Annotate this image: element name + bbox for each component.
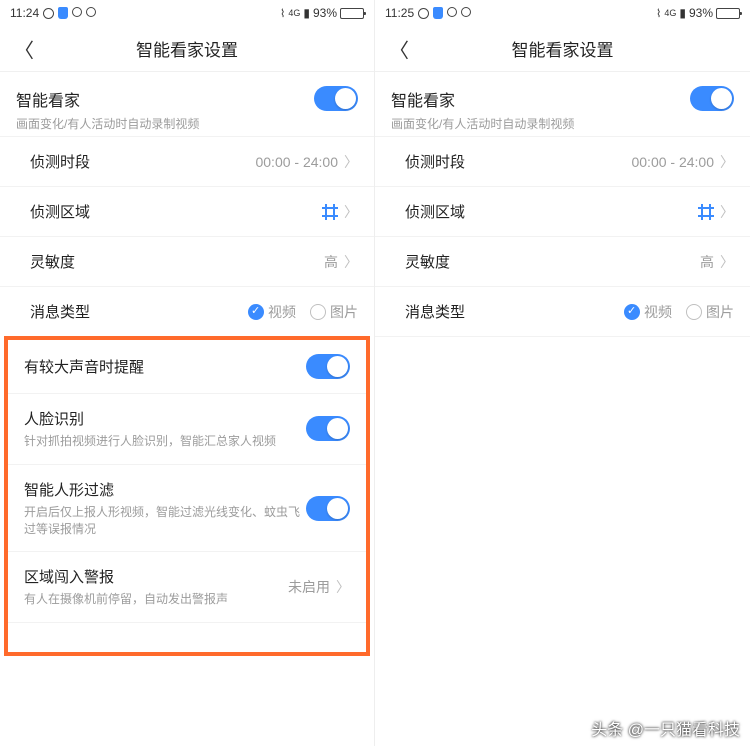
human-filter-row: 智能人形过滤 开启后仅上报人形视频，智能过滤光线变化、蚊虫飞过等误报情况 xyxy=(8,464,366,552)
chevron-right-icon: 〉 xyxy=(720,252,734,272)
sensitivity-value: 高 xyxy=(700,252,714,272)
battery-icon xyxy=(340,8,364,19)
radio-checked-icon xyxy=(248,304,264,320)
intrusion-alarm-value: 未启用 xyxy=(288,577,330,597)
location-icon xyxy=(86,6,96,20)
radio-image[interactable]: 图片 xyxy=(686,302,734,322)
page-title: 智能看家设置 xyxy=(136,36,238,61)
detection-area-label: 侦测区域 xyxy=(30,201,90,222)
nav-bar: 〈 智能看家设置 xyxy=(0,26,374,72)
smart-home-toggle[interactable] xyxy=(690,86,734,111)
chevron-right-icon: 〉 xyxy=(344,202,358,222)
loud-sound-alert-row: 有较大声音时提醒 xyxy=(8,340,366,393)
location-icon xyxy=(461,6,471,20)
smart-home-section: 智能看家 画面变化/有人活动时自动录制视频 xyxy=(375,72,750,136)
detection-period-value: 00:00 - 24:00 xyxy=(631,154,714,170)
face-recognition-desc: 针对抓拍视频进行人脸识别，智能汇总家人视频 xyxy=(24,433,306,450)
chevron-right-icon: 〉 xyxy=(344,252,358,272)
detection-period-label: 侦测时段 xyxy=(30,151,90,172)
smart-home-desc: 画面变化/有人活动时自动录制视频 xyxy=(391,115,734,132)
highlighted-section: 有较大声音时提醒 人脸识别 针对抓拍视频进行人脸识别，智能汇总家人视频 智能人形… xyxy=(4,336,370,656)
phone-left: 11:24 ⌇ 4G ▮ 93% 〈 智能看家设置 智能看家 xyxy=(0,0,375,746)
message-type-row: 消息类型 视频 图片 xyxy=(375,286,750,337)
smart-home-desc: 画面变化/有人活动时自动录制视频 xyxy=(16,115,358,132)
alarm-icon xyxy=(418,8,429,19)
sensitivity-label: 灵敏度 xyxy=(405,251,450,272)
face-recognition-toggle[interactable] xyxy=(306,416,350,441)
status-bar: 11:25 ⌇ 4G ▮ 93% xyxy=(375,0,750,26)
human-filter-label: 智能人形过滤 xyxy=(24,479,306,500)
detection-area-label: 侦测区域 xyxy=(405,201,465,222)
sensitivity-label: 灵敏度 xyxy=(30,251,75,272)
smart-home-label: 智能看家 xyxy=(16,87,80,111)
human-filter-toggle[interactable] xyxy=(306,496,350,521)
human-filter-desc: 开启后仅上报人形视频，智能过滤光线变化、蚊虫飞过等误报情况 xyxy=(24,504,306,538)
message-type-label: 消息类型 xyxy=(405,301,465,322)
chevron-right-icon: 〉 xyxy=(336,577,350,597)
detection-period-label: 侦测时段 xyxy=(405,151,465,172)
watermark: 头条 @一只猫看科技 xyxy=(591,716,740,740)
battery-pct: 93% xyxy=(689,6,713,20)
detection-area-row[interactable]: 侦测区域 〉 xyxy=(0,186,374,236)
page-title: 智能看家设置 xyxy=(512,36,614,61)
intrusion-alarm-desc: 有人在摄像机前停留，自动发出警报声 xyxy=(24,591,288,608)
signal-icon: 4G xyxy=(664,8,676,18)
radio-unchecked-icon xyxy=(686,304,702,320)
smart-home-section: 智能看家 画面变化/有人活动时自动录制视频 xyxy=(0,72,374,136)
chevron-right-icon: 〉 xyxy=(720,152,734,172)
battery-pct: 93% xyxy=(313,6,337,20)
back-button[interactable]: 〈 xyxy=(14,34,34,63)
message-type-label: 消息类型 xyxy=(30,301,90,322)
sensitivity-row[interactable]: 灵敏度 高 〉 xyxy=(375,236,750,286)
smart-home-label: 智能看家 xyxy=(391,87,455,111)
shield-icon xyxy=(58,7,68,19)
face-recognition-row: 人脸识别 针对抓拍视频进行人脸识别，智能汇总家人视频 xyxy=(8,393,366,464)
face-recognition-label: 人脸识别 xyxy=(24,408,306,429)
back-button[interactable]: 〈 xyxy=(389,34,409,63)
alarm-icon xyxy=(43,8,54,19)
signal-icon: 4G xyxy=(288,8,300,18)
location-icon xyxy=(72,6,82,20)
shield-icon xyxy=(433,7,443,19)
radio-checked-icon xyxy=(624,304,640,320)
crop-icon xyxy=(698,204,714,220)
sensitivity-value: 高 xyxy=(324,252,338,272)
location-icon xyxy=(447,6,457,20)
sensitivity-row[interactable]: 灵敏度 高 〉 xyxy=(0,236,374,286)
status-time: 11:25 xyxy=(385,6,414,20)
status-bar: 11:24 ⌇ 4G ▮ 93% xyxy=(0,0,374,26)
radio-video[interactable]: 视频 xyxy=(624,302,672,322)
loud-sound-toggle[interactable] xyxy=(306,354,350,379)
crop-icon xyxy=(322,204,338,220)
loud-sound-label: 有较大声音时提醒 xyxy=(24,356,144,377)
radio-video[interactable]: 视频 xyxy=(248,302,296,322)
smart-home-toggle[interactable] xyxy=(314,86,358,111)
detection-period-row[interactable]: 侦测时段 00:00 - 24:00 〉 xyxy=(375,136,750,186)
chevron-right-icon: 〉 xyxy=(720,202,734,222)
battery-icon xyxy=(716,8,740,19)
nav-bar: 〈 智能看家设置 xyxy=(375,26,750,72)
radio-unchecked-icon xyxy=(310,304,326,320)
radio-image[interactable]: 图片 xyxy=(310,302,358,322)
intrusion-alarm-label: 区域闯入警报 xyxy=(24,566,288,587)
wifi-icon: ⌇ xyxy=(656,7,661,20)
signal-bars-icon: ▮ xyxy=(679,6,686,20)
detection-period-row[interactable]: 侦测时段 00:00 - 24:00 〉 xyxy=(0,136,374,186)
wifi-icon: ⌇ xyxy=(280,7,285,20)
chevron-right-icon: 〉 xyxy=(344,152,358,172)
intrusion-alarm-row[interactable]: 区域闯入警报 有人在摄像机前停留，自动发出警报声 未启用 〉 xyxy=(8,551,366,622)
empty-row xyxy=(8,622,366,652)
status-time: 11:24 xyxy=(10,6,39,20)
message-type-row: 消息类型 视频 图片 xyxy=(0,286,374,336)
detection-area-row[interactable]: 侦测区域 〉 xyxy=(375,186,750,236)
detection-period-value: 00:00 - 24:00 xyxy=(255,154,338,170)
signal-bars-icon: ▮ xyxy=(303,6,310,20)
phone-right: 11:25 ⌇ 4G ▮ 93% 〈 智能看家设置 智能看家 xyxy=(375,0,750,746)
